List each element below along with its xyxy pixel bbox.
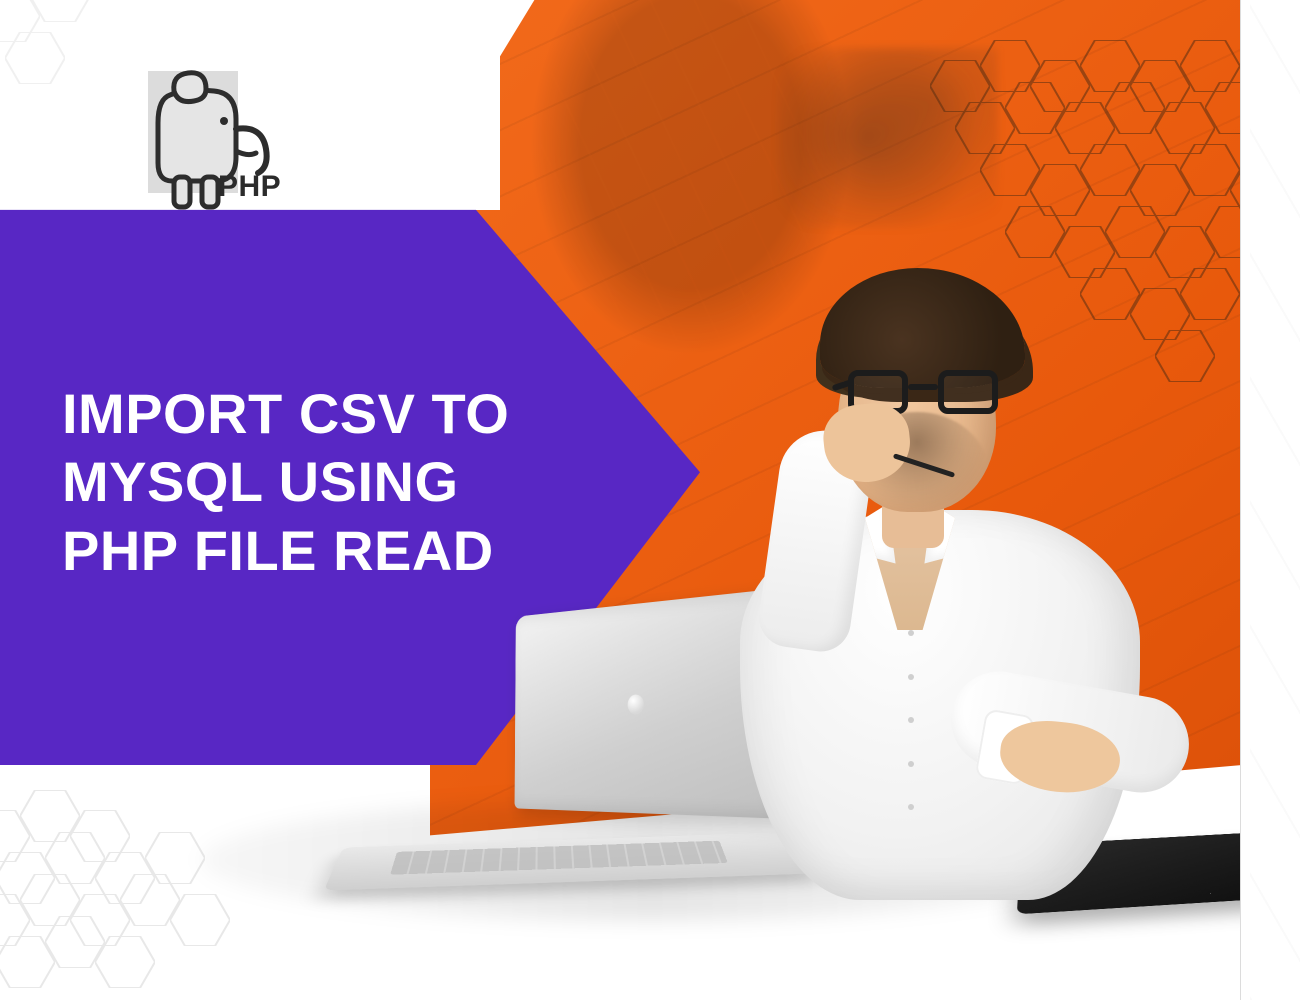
headline-text: IMPORT CSV TO MYSQL USING PHP FILE READ: [62, 380, 582, 585]
person-illustration: [660, 260, 1180, 900]
hexagon-pattern-top-left: [0, 0, 130, 110]
banner-graphic: IMPORT CSV TO MYSQL USING PHP FILE READ …: [0, 0, 1300, 1000]
hexagon-pattern-bottom-left: [0, 770, 230, 1000]
php-logo-label: PHP: [218, 170, 281, 204]
right-gutter: [1240, 0, 1300, 1000]
